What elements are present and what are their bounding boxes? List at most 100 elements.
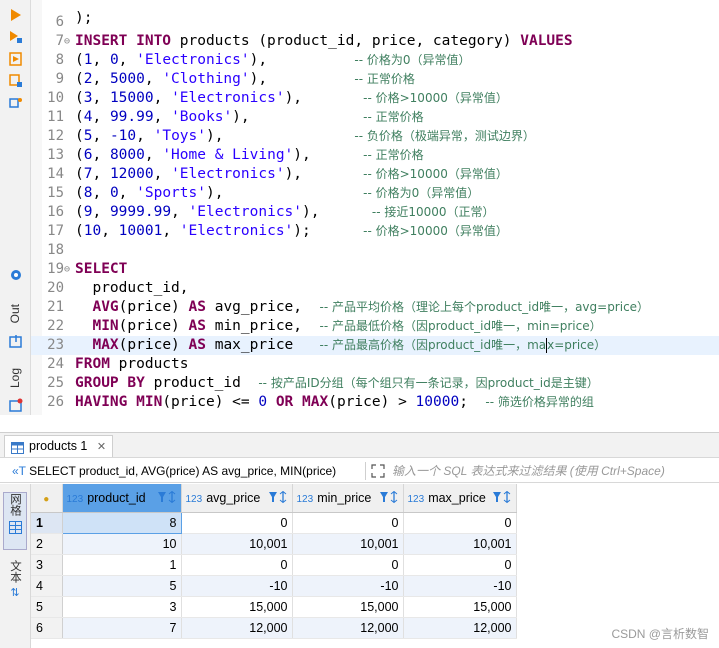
- cell-min-price[interactable]: 12,000: [292, 617, 404, 639]
- tab-grid-view[interactable]: 网格: [3, 492, 27, 550]
- column-header-max-price[interactable]: 123 max_price: [403, 484, 517, 513]
- cell-product-id[interactable]: 8: [61, 511, 182, 534]
- fold-toggle-icon[interactable]: ⊖: [64, 260, 74, 279]
- cell-avg-price[interactable]: 10,001: [181, 533, 293, 555]
- column-header-avg-price[interactable]: 123 avg_price: [181, 484, 293, 513]
- filter-sort-icon[interactable]: [379, 490, 399, 507]
- row-number-header[interactable]: ●: [31, 484, 63, 513]
- row-number[interactable]: 5: [31, 596, 63, 618]
- tab-products-1[interactable]: products 1 ✕: [4, 435, 114, 457]
- cell-max-price[interactable]: 15,000: [403, 596, 517, 618]
- code-text: FROM products: [75, 356, 189, 372]
- filter-sort-icon[interactable]: [157, 490, 177, 507]
- cell-min-price[interactable]: -10: [292, 575, 404, 597]
- line-number: 26: [47, 394, 64, 410]
- code-line: 13 (6, 8000, 'Home & Living'), -- 正常价格: [31, 146, 719, 165]
- filter-expression-input[interactable]: [390, 461, 710, 481]
- code-text: (10, 10001, 'Electronics'); -- 价格>10000（…: [75, 223, 508, 239]
- query-icon: «T: [12, 464, 26, 478]
- table-row[interactable]: 4 5 -10 -10 -10: [31, 575, 517, 597]
- code-line: 24 FROM products: [31, 355, 719, 374]
- cell-avg-price[interactable]: 0: [181, 554, 293, 576]
- cell-min-price[interactable]: 0: [292, 554, 404, 576]
- text-view-icon: ⇅: [10, 586, 20, 599]
- tab-text-view[interactable]: 文本 ⇅: [3, 560, 27, 618]
- table-row[interactable]: 18000: [31, 511, 517, 534]
- table-row[interactable]: 6 7 12,000 12,000 12,000: [31, 617, 517, 639]
- text-tab-label: 文本: [9, 560, 21, 583]
- watermark: CSDN @言析数智: [611, 627, 709, 641]
- code-line: 20 product_id,: [31, 279, 719, 298]
- code-line: 15 (8, 0, 'Sports'), -- 价格为0（异常值）: [31, 184, 719, 203]
- execute-in-new-tab-icon[interactable]: [7, 28, 24, 45]
- code-text: GROUP BY product_id -- 按产品ID分组（每个组只有一条记录…: [75, 375, 599, 391]
- explain-plan-icon[interactable]: [7, 94, 24, 111]
- line-number: 14: [47, 166, 64, 182]
- settings-gear-icon[interactable]: [7, 266, 24, 283]
- cell-avg-price[interactable]: -10: [181, 575, 293, 597]
- code-text: (2, 5000, 'Clothing'), -- 正常价格: [75, 71, 415, 87]
- filter-sort-icon[interactable]: [492, 490, 512, 507]
- output-icon[interactable]: [7, 332, 24, 349]
- cell-max-price[interactable]: 0: [403, 512, 517, 534]
- cell-product-id[interactable]: 5: [62, 575, 182, 597]
- row-number[interactable]: 6: [31, 617, 63, 639]
- row-number[interactable]: 4: [31, 575, 63, 597]
- cell-min-price[interactable]: 0: [292, 512, 404, 534]
- column-name: max_price: [428, 490, 486, 505]
- cell-min-price[interactable]: 15,000: [292, 596, 404, 618]
- numeric-type-icon: 123: [185, 493, 203, 505]
- output-panel-toggle[interactable]: Out: [8, 304, 22, 323]
- execute-script-new-tab-icon[interactable]: [7, 72, 24, 89]
- code-line: 12 (5, -10, 'Toys'), -- 负价格（极端异常，测试边界）: [31, 127, 719, 146]
- row-number[interactable]: 3: [31, 554, 63, 576]
- code-line: 14 (7, 12000, 'Electronics'), -- 价格>10000…: [31, 165, 719, 184]
- code-line: 21 AVG(price) AS avg_price, -- 产品平均价格（理论…: [31, 298, 719, 317]
- line-number: 21: [47, 299, 64, 315]
- code-text: (4, 99.99, 'Books'), -- 正常价格: [75, 109, 424, 125]
- code-line: 17 (10, 10001, 'Electronics'); -- 价格>1000…: [31, 222, 719, 241]
- row-number[interactable]: 2: [31, 533, 63, 555]
- table-row[interactable]: 2 10 10,001 10,001 10,001: [31, 533, 517, 555]
- cell-avg-price[interactable]: 15,000: [181, 596, 293, 618]
- cell-avg-price[interactable]: 0: [181, 512, 293, 534]
- numeric-type-icon: 123: [66, 493, 84, 505]
- filter-sort-icon[interactable]: [268, 490, 288, 507]
- column-header-min-price[interactable]: 123 min_price: [292, 484, 404, 513]
- cell-max-price[interactable]: -10: [403, 575, 517, 597]
- cell-product-id[interactable]: 1: [62, 554, 182, 576]
- table-row[interactable]: 31000: [31, 554, 517, 576]
- cell-min-price[interactable]: 10,001: [292, 533, 404, 555]
- fold-toggle-icon[interactable]: ⊖: [64, 32, 74, 51]
- log-icon[interactable]: [7, 396, 24, 413]
- cell-avg-price[interactable]: 12,000: [181, 617, 293, 639]
- cell-max-price[interactable]: 0: [403, 554, 517, 576]
- table-row[interactable]: 5 3 15,000 15,000 15,000: [31, 596, 517, 618]
- code-text: (3, 15000, 'Electronics'), -- 价格>10000（异…: [75, 90, 508, 106]
- close-tab-icon[interactable]: ✕: [97, 441, 106, 453]
- code-line: 7 ⊖ INSERT INTO products (product_id, pric…: [31, 32, 719, 51]
- results-filter-bar: «T SELECT product_id, AVG(price) AS avg_…: [0, 459, 719, 483]
- code-line: 23 MAX(price) AS max_price -- 产品最高价格（因pr…: [31, 336, 719, 355]
- column-header-product-id[interactable]: 123 product_id: [62, 484, 182, 513]
- cell-product-id[interactable]: 3: [62, 596, 182, 618]
- execute-script-icon[interactable]: [7, 50, 24, 67]
- cell-max-price[interactable]: 12,000: [403, 617, 517, 639]
- cell-product-id[interactable]: 10: [62, 533, 182, 555]
- row-number[interactable]: 1: [31, 512, 63, 534]
- line-number: 6: [55, 14, 64, 30]
- results-view-switcher: 网格 文本 ⇅: [0, 484, 31, 648]
- line-number: 15: [47, 185, 64, 201]
- results-grid: ● 123 product_id 123 avg_price 123 min_price 1…: [31, 484, 719, 648]
- cell-max-price[interactable]: 10,001: [403, 533, 517, 555]
- cell-product-id[interactable]: 7: [62, 617, 182, 639]
- filter-expand-icon[interactable]: [371, 463, 385, 482]
- sql-editor[interactable]: ); 6 7 ⊖ INSERT INTO products (product_id, …: [31, 0, 719, 415]
- code-line: 10 (3, 15000, 'Electronics'), -- 价格>10000…: [31, 89, 719, 108]
- query-text-preview[interactable]: «T SELECT product_id, AVG(price) AS avg_…: [12, 462, 364, 480]
- execute-statement-icon[interactable]: [7, 6, 24, 23]
- log-panel-toggle[interactable]: Log: [8, 368, 22, 388]
- numeric-type-icon: 123: [296, 493, 314, 505]
- code-line: 19 ⊖ SELECT: [31, 260, 719, 279]
- line-number: 23: [47, 337, 64, 353]
